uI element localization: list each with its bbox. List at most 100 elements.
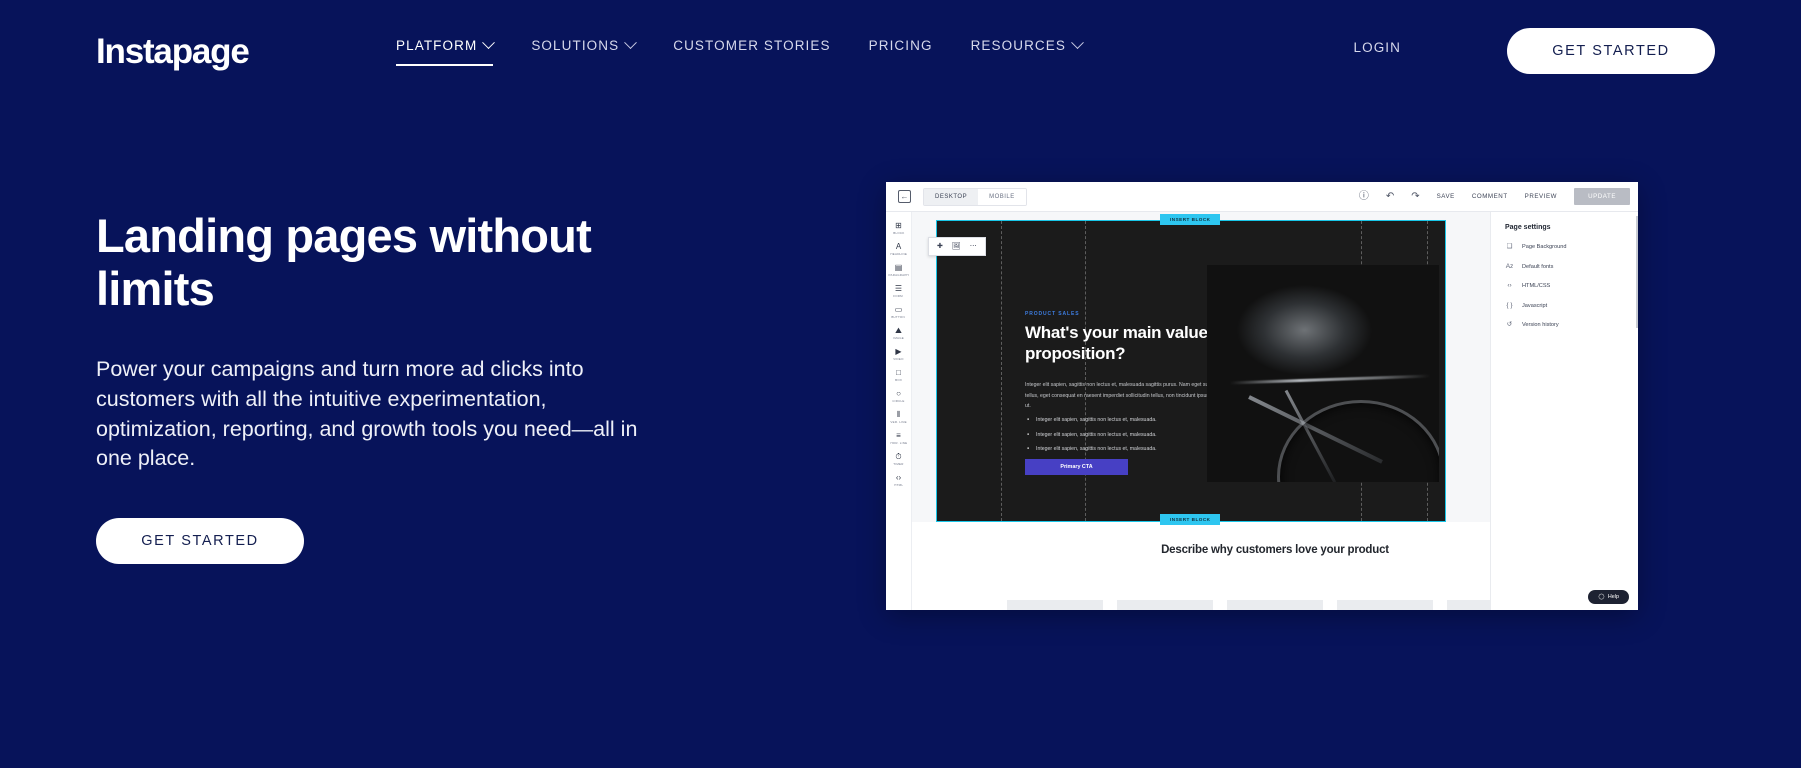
chevron-down-icon: [1071, 36, 1084, 50]
add-icon[interactable]: ✚: [937, 243, 943, 250]
rail-item-label: HOR. LINE: [890, 441, 907, 445]
rail-item-label: BLOCK: [892, 231, 905, 235]
undo-arrow-icon[interactable]: ↶: [1386, 191, 1394, 202]
insert-block-top-button[interactable]: INSERT BLOCK: [1160, 214, 1221, 225]
hero-subtitle: Power your campaigns and turn more ad cl…: [96, 357, 638, 471]
rail-item-label: FORM: [893, 294, 904, 298]
rail-item-label: VIDEO: [893, 357, 904, 361]
comment-button[interactable]: COMMENT: [1472, 193, 1508, 200]
curly-braces-icon: { }: [1506, 301, 1513, 309]
image-icon: ⛰: [895, 326, 902, 335]
rail-item-button[interactable]: ▭ BUTTON: [886, 305, 911, 319]
nav-item-label: SOLUTIONS: [531, 38, 620, 53]
panel-item-javascript[interactable]: { } Javascript: [1505, 301, 1638, 310]
hero-get-started-button[interactable]: GET STARTED: [96, 517, 304, 564]
form-icon: ☰: [894, 284, 903, 293]
block-mini-toolbar: ✚ 🖼 ⋯: [928, 237, 986, 256]
rail-item-label: BOX: [895, 378, 902, 382]
nav-item-label: PRICING: [868, 38, 933, 53]
chevron-down-icon: [624, 36, 638, 50]
panel-scrollbar[interactable]: [1636, 216, 1638, 328]
insert-block-label: INSERT BLOCK: [1170, 217, 1211, 222]
redo-arrow-icon[interactable]: ↷: [1411, 191, 1419, 202]
rail-item-vertical-line[interactable]: ⫴ VER. LINE: [886, 410, 911, 424]
viewport-tabs: DESKTOP MOBILE: [923, 187, 1027, 206]
update-button[interactable]: UPDATE: [1574, 188, 1630, 205]
panel-item-page-background[interactable]: ❑ Page Background: [1505, 243, 1638, 251]
rail-item-form[interactable]: ☰ FORM: [886, 284, 911, 298]
nav-item-resources[interactable]: RESOURCES: [970, 36, 1084, 60]
rail-item-paragraph[interactable]: ▤ PARAGRAPH: [886, 263, 911, 277]
nav-item-platform[interactable]: PLATFORM: [396, 36, 496, 66]
rail-item-block[interactable]: ⊞ BLOCK: [886, 221, 911, 235]
card-placeholder: [1337, 600, 1433, 610]
block-heading-text[interactable]: What's your main value proposition?: [1025, 322, 1235, 365]
primary-cta-button[interactable]: Primary CTA: [1025, 459, 1128, 475]
rail-item-box[interactable]: □ BOX: [886, 368, 911, 382]
rail-item-label: IMAGE: [893, 336, 904, 340]
primary-nav-links: PLATFORM SOLUTIONS CUSTOMER STORIES PRIC…: [396, 36, 1084, 66]
image-icon[interactable]: 🖼: [952, 243, 961, 250]
hero-section: Landing pages without limits Power your …: [96, 209, 716, 564]
nav-item-label: RESOURCES: [970, 38, 1066, 53]
rail-item-html[interactable]: ‹› HTML: [886, 473, 911, 487]
block-icon: ⊞: [895, 221, 902, 230]
panel-item-label: HTML/CSS: [1522, 283, 1551, 290]
panel-item-default-fonts[interactable]: Az Default fonts: [1505, 263, 1638, 271]
page-settings-panel: Page settings ❑ Page Background Az Defau…: [1490, 212, 1638, 610]
video-icon: ▶: [895, 347, 902, 356]
insert-block-bottom-button[interactable]: INSERT BLOCK: [1160, 514, 1221, 525]
nav-item-label: CUSTOMER STORIES: [673, 38, 831, 53]
rail-item-circle[interactable]: ○ CIRCLE: [886, 389, 911, 403]
box-icon: □: [896, 368, 901, 377]
rail-item-label: HTML: [894, 483, 903, 487]
cyclist-photo[interactable]: [1207, 265, 1439, 482]
nav-item-pricing[interactable]: PRICING: [869, 38, 933, 60]
panel-item-html-css[interactable]: ‹› HTML/CSS: [1505, 282, 1638, 290]
product-screenshot-editor: ← DESKTOP MOBILE ⓘ ↶ ↷ SAVE COMMENT PREV…: [886, 182, 1638, 610]
list-item: Integer elit sapien, sagittis non lectus…: [1027, 417, 1232, 423]
card-placeholder: [1117, 600, 1213, 610]
instapage-logo[interactable]: Instapage: [96, 32, 250, 72]
page-title: Landing pages without limits: [96, 209, 592, 315]
nav-item-solutions[interactable]: SOLUTIONS: [531, 36, 638, 60]
panel-item-version-history[interactable]: ↺ Version history: [1505, 321, 1638, 329]
rail-item-headline[interactable]: A HEADLINE: [886, 242, 911, 256]
image-frame-icon: ❑: [1506, 243, 1513, 250]
list-item: Integer elit sapien, sagittis non lectus…: [1027, 432, 1232, 438]
headline-icon: A: [895, 242, 902, 251]
rail-item-label: PARAGRAPH: [888, 273, 909, 277]
list-item: Integer elit sapien, sagittis non lectus…: [1027, 446, 1232, 452]
collapse-panel-icon[interactable]: ←: [898, 190, 911, 203]
nav-get-started-button[interactable]: GET STARTED: [1507, 28, 1715, 74]
rail-item-horizontal-line[interactable]: ≡ HOR. LINE: [886, 431, 911, 445]
rail-item-label: VER. LINE: [890, 420, 907, 424]
chat-bubble-icon: ◯: [1598, 594, 1605, 600]
question-circle-icon[interactable]: ⓘ: [1359, 191, 1369, 202]
save-button[interactable]: SAVE: [1437, 193, 1455, 200]
help-widget-button[interactable]: ◯ Help: [1588, 590, 1629, 604]
preview-button[interactable]: PREVIEW: [1525, 193, 1557, 200]
help-label: Help: [1607, 594, 1619, 600]
html-icon: ‹›: [895, 473, 902, 482]
tab-desktop[interactable]: DESKTOP: [924, 188, 979, 205]
rail-item-image[interactable]: ⛰ IMAGE: [886, 326, 911, 340]
block-paragraph-text[interactable]: Integer elit sapien, sagittis non lectus…: [1025, 380, 1230, 412]
code-brackets-icon: ‹›: [1507, 282, 1512, 289]
block-eyebrow-text: PRODUCT SALES: [1025, 311, 1080, 317]
login-link[interactable]: LOGIN: [1353, 40, 1401, 55]
rail-item-timer[interactable]: ⏱ TIMER: [886, 452, 911, 466]
card-placeholder: [1007, 600, 1103, 610]
rail-item-label: BUTTON: [891, 315, 906, 319]
rail-item-label: HEADLINE: [890, 252, 907, 256]
tab-mobile[interactable]: MOBILE: [978, 188, 1026, 205]
hero-block-selected[interactable]: PRODUCT SALES What's your main value pro…: [936, 220, 1446, 522]
bike-frame-highlight: [1247, 395, 1384, 465]
circle-icon: ○: [896, 389, 901, 398]
rail-item-video[interactable]: ▶ VIDEO: [886, 347, 911, 361]
panel-item-label: Version history: [1522, 322, 1559, 329]
nav-item-customer-stories[interactable]: CUSTOMER STORIES: [673, 38, 830, 60]
paragraph-icon: ▤: [894, 263, 903, 272]
vertical-line-icon: ⫴: [896, 410, 901, 419]
more-options-icon[interactable]: ⋯: [970, 243, 977, 250]
